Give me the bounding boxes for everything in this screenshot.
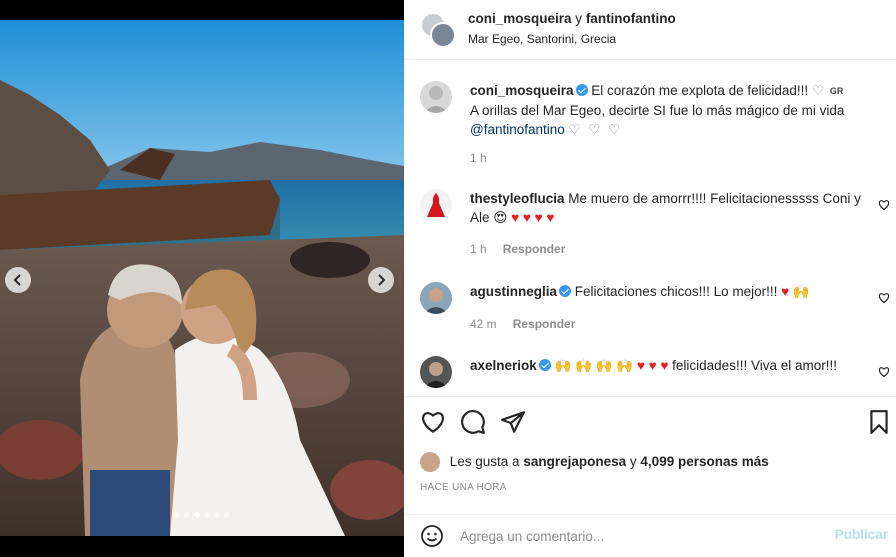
avatar[interactable]	[420, 282, 452, 314]
carousel-dot	[204, 512, 210, 518]
carousel-next-button[interactable]	[368, 267, 394, 293]
comment-input[interactable]	[460, 525, 820, 547]
post-timestamp[interactable]: HACE UNA HORA	[420, 482, 507, 493]
comment-username[interactable]: axelneriok	[470, 358, 537, 373]
comment-username[interactable]: agustinneglia	[470, 284, 557, 299]
carousel-dot	[184, 512, 190, 518]
reply-button[interactable]: Responder	[503, 242, 566, 256]
liker-username[interactable]: sangrejaponesa	[523, 454, 626, 469]
publish-button[interactable]: Publicar	[835, 527, 888, 542]
post-sidebar: coni_mosqueira y fantinofantino Mar Egeo…	[404, 0, 896, 557]
carousel-dot	[214, 512, 220, 518]
author-username[interactable]: coni_mosqueira	[468, 11, 572, 26]
comment-meta: 1 h Responder	[470, 242, 566, 256]
comment-text: axelneriok 🙌 🙌 🙌 🙌 ♥ ♥ ♥ felicidades!!! …	[470, 358, 837, 373]
collab-avatars[interactable]	[420, 12, 456, 48]
chevron-right-icon	[378, 274, 386, 286]
like-comment-heart-icon[interactable]	[878, 199, 890, 211]
caption-hearts: ♡ ♡ ♡	[568, 122, 623, 137]
caption-mention[interactable]: @fantinofantino	[470, 122, 565, 137]
carousel-dots	[0, 512, 404, 518]
avatar[interactable]	[420, 81, 452, 113]
avatar[interactable]	[420, 452, 440, 472]
likes-summary: Les gusta a sangrejaponesa y 4,099 perso…	[420, 452, 769, 472]
add-comment-bar: Publicar	[404, 514, 896, 557]
caption-time[interactable]: 1 h	[470, 151, 487, 165]
like-comment-heart-icon[interactable]	[878, 292, 890, 304]
author-username[interactable]: fantinofantino	[586, 11, 676, 26]
like-heart-icon[interactable]	[420, 409, 446, 435]
verified-badge-icon	[538, 359, 551, 371]
avatar	[430, 22, 456, 48]
post-location[interactable]: Mar Egeo, Santorini, Grecia	[468, 32, 616, 46]
carousel-dot	[174, 512, 180, 518]
caption-line2: A orillas del Mar Egeo, decirte SI fue l…	[470, 103, 845, 118]
flag-gr: GR	[829, 86, 844, 96]
like-comment-heart-icon[interactable]	[878, 366, 890, 378]
share-paper-plane-icon[interactable]	[500, 409, 526, 435]
save-bookmark-icon[interactable]	[866, 409, 892, 435]
comments-list[interactable]: coni_mosqueira El corazón me explota de …	[404, 61, 896, 395]
comment-text: thestyleoflucia Me muero de amorrr!!!! F…	[470, 191, 861, 225]
verified-badge-icon	[559, 285, 572, 297]
comment-text: agustinneglia Felicitaciones chicos!!! L…	[470, 284, 810, 299]
caption-line1: El corazón me explota de felicidad!!!	[591, 83, 809, 98]
avatar[interactable]	[420, 189, 452, 221]
post-media[interactable]	[0, 20, 404, 536]
likes-count[interactable]: 4,099 personas más	[640, 454, 768, 469]
emoji-smiley-icon[interactable]	[420, 524, 444, 548]
comment-bubble-icon[interactable]	[460, 409, 486, 435]
comment-username[interactable]: coni_mosqueira	[470, 83, 574, 98]
carousel-prev-button[interactable]	[5, 267, 31, 293]
verified-badge-icon	[575, 84, 588, 96]
comment-meta: 42 m Responder	[470, 317, 576, 331]
caption-text: coni_mosqueira El corazón me explota de …	[470, 83, 845, 137]
author-conjunction: y	[575, 11, 583, 26]
avatar[interactable]	[420, 356, 452, 388]
chevron-left-icon	[13, 274, 21, 286]
post-photo	[0, 20, 404, 536]
carousel-dot	[224, 512, 230, 518]
comment-username[interactable]: thestyleoflucia	[470, 191, 565, 206]
action-bar	[404, 396, 896, 446]
post-authors: coni_mosqueira y fantinofantino	[468, 11, 676, 26]
post-header: coni_mosqueira y fantinofantino Mar Egeo…	[404, 0, 896, 60]
post-modal: coni_mosqueira y fantinofantino Mar Egeo…	[0, 0, 896, 557]
carousel-dot	[194, 512, 200, 518]
reply-button[interactable]: Responder	[513, 317, 576, 331]
